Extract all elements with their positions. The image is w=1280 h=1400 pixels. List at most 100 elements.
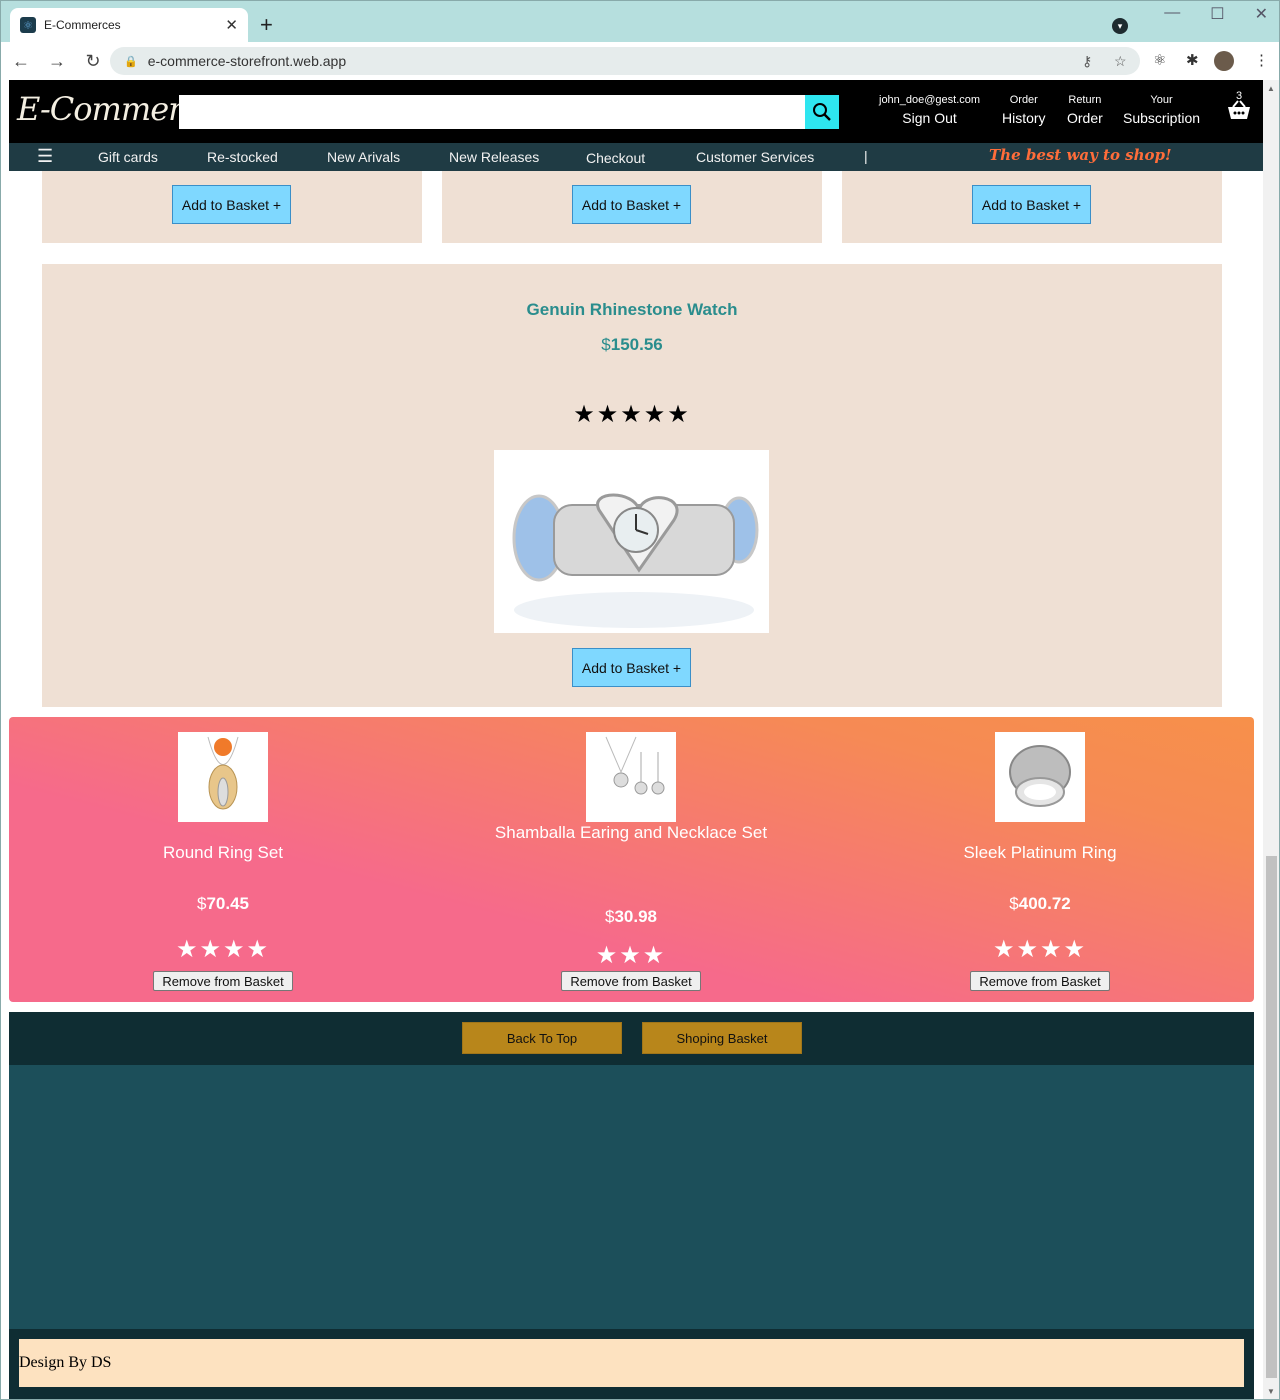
subscription-small: Your — [1150, 94, 1173, 106]
add-to-basket-button[interactable]: Add to Basket + — [172, 185, 291, 224]
account-link[interactable]: john_doe@gest.com Sign Out — [879, 94, 980, 126]
earring-set-product-image — [586, 732, 676, 822]
nav-new-releases[interactable]: New Releases — [449, 149, 539, 165]
basket-item: Shamballa Earing and Necklace Set $30.98… — [491, 717, 771, 1002]
hamburger-menu-icon[interactable]: ☰ — [37, 146, 53, 167]
star-rating: ★★★ — [595, 942, 667, 969]
account-email: john_doe@gest.com — [879, 94, 981, 106]
basket-item-name[interactable]: Round Ring Set — [83, 843, 363, 862]
reload-icon[interactable]: ↻ — [78, 51, 108, 72]
product-card: Add to Basket + — [842, 171, 1222, 243]
add-to-basket-button[interactable]: Add to Basket + — [572, 648, 691, 687]
search-input[interactable] — [179, 95, 805, 129]
product-price: $150.56 — [42, 335, 1222, 355]
window-controls: — ☐ ✕ — [1164, 4, 1268, 24]
basket-item-price: $30.98 — [491, 907, 771, 927]
basket-item-name[interactable]: Sleek Platinum Ring — [900, 843, 1180, 862]
url-text: e-commerce-storefront.web.app — [147, 53, 347, 69]
footer-bottom: Design By DS — [9, 1329, 1254, 1400]
star-rating: ★★★★ — [992, 936, 1088, 963]
profile-avatar[interactable] — [1214, 51, 1234, 71]
order-history-big: History — [1002, 110, 1046, 126]
basket-item: Round Ring Set $70.45 ★★★★ Remove from B… — [83, 717, 363, 1002]
react-devtools-icon[interactable]: ⚛ — [1153, 51, 1166, 69]
product-title[interactable]: Genuin Rhinestone Watch — [42, 300, 1222, 320]
browser-tab[interactable]: ⚛ E-Commerces ✕ — [10, 8, 248, 42]
basket-items-strip: Round Ring Set $70.45 ★★★★ Remove from B… — [9, 717, 1254, 1002]
basket-item: Sleek Platinum Ring $400.72 ★★★★ Remove … — [900, 717, 1180, 1002]
basket-item-name[interactable]: Shamballa Earing and Necklace Set — [491, 823, 771, 842]
basket-item-price: $70.45 — [83, 894, 363, 914]
lock-icon: 🔒 — [124, 55, 138, 68]
return-order-big: Order — [1067, 110, 1103, 126]
nav-checkout[interactable]: Checkout — [586, 150, 645, 166]
star-rating: ★★★★★ — [573, 401, 691, 428]
basket-button[interactable]: 3 — [1227, 90, 1251, 120]
scrollbar-thumb[interactable] — [1266, 856, 1277, 1378]
tab-title: E-Commerces — [44, 18, 121, 32]
platinum-ring-product-image — [995, 732, 1085, 822]
product-card: Add to Basket + — [42, 171, 422, 243]
tab-close-icon[interactable]: ✕ — [225, 16, 238, 34]
return-order-small: Return — [1068, 94, 1102, 106]
add-to-basket-button[interactable]: Add to Basket + — [972, 185, 1091, 224]
featured-product-card: Genuin Rhinestone Watch $150.56 ★★★★★ Ad… — [42, 264, 1222, 707]
currency-symbol: $ — [1009, 894, 1019, 913]
subscription-link[interactable]: Your Subscription — [1123, 94, 1200, 126]
add-to-basket-button[interactable]: Add to Basket + — [572, 185, 691, 224]
scroll-down-icon[interactable]: ▼ — [1267, 1387, 1275, 1396]
footer-body — [9, 1065, 1254, 1329]
nav-restocked[interactable]: Re-stocked — [207, 149, 278, 165]
product-card: Add to Basket + — [442, 171, 822, 243]
forward-icon[interactable]: → — [42, 51, 72, 72]
browser-toolbar: ← → ↻ 🔒 e-commerce-storefront.web.app ⚷ … — [0, 42, 1280, 80]
tab-search-icon[interactable]: ▾ — [1112, 18, 1128, 34]
page-viewport: E-Commerce john_doe@gest.com Sign Out Or… — [9, 80, 1263, 1400]
address-bar[interactable]: 🔒 e-commerce-storefront.web.app ⚷ ☆ — [110, 47, 1140, 75]
nav-customer-services[interactable]: Customer Services — [696, 149, 814, 165]
back-to-top-button[interactable]: Back To Top — [462, 1022, 622, 1054]
price-value: 150.56 — [610, 335, 663, 354]
search-icon — [813, 103, 831, 121]
star-rating: ★★★★ — [175, 936, 271, 963]
shopping-basket-button[interactable]: Shoping Basket — [642, 1022, 802, 1054]
page-scrollbar[interactable]: ▲ ▼ — [1263, 80, 1280, 1400]
menu-kebab-icon[interactable]: ⋮ — [1254, 51, 1269, 69]
window-close-icon[interactable]: ✕ — [1255, 4, 1268, 24]
basket-item-price: $400.72 — [900, 894, 1180, 914]
search-button[interactable] — [805, 95, 839, 129]
basket-icon — [1228, 100, 1250, 119]
maximize-icon[interactable]: ☐ — [1210, 4, 1224, 24]
sign-out-label: Sign Out — [902, 110, 957, 126]
necklace-product-image — [178, 732, 268, 822]
return-order-link[interactable]: Return Order — [1067, 94, 1103, 126]
remove-from-basket-button[interactable]: Remove from Basket — [561, 971, 701, 991]
scroll-up-icon[interactable]: ▲ — [1267, 84, 1275, 93]
category-nav: ☰ Gift cards Re-stocked New Arivals New … — [9, 143, 1263, 171]
nav-separator: | — [864, 148, 868, 164]
price-value: 400.72 — [1018, 894, 1071, 913]
remove-from-basket-button[interactable]: Remove from Basket — [970, 971, 1110, 991]
watch-product-image — [494, 450, 769, 633]
order-history-small: Order — [1009, 94, 1038, 106]
browser-titlebar: ⚛ E-Commerces ✕ + ▾ — ☐ ✕ ← → ↻ 🔒 e-comm… — [0, 0, 1280, 80]
back-icon[interactable]: ← — [6, 51, 36, 72]
react-icon: ⚛ — [20, 17, 36, 33]
key-icon[interactable]: ⚷ — [1082, 53, 1092, 70]
bookmark-star-icon[interactable]: ☆ — [1114, 53, 1127, 70]
nav-gift-cards[interactable]: Gift cards — [98, 149, 158, 165]
design-credit: Design By DS — [19, 1339, 1244, 1387]
site-header: E-Commerce john_doe@gest.com Sign Out Or… — [9, 80, 1263, 143]
subscription-big: Subscription — [1123, 110, 1201, 126]
minimize-icon[interactable]: — — [1164, 4, 1180, 24]
price-value: 70.45 — [206, 894, 249, 913]
price-value: 30.98 — [614, 907, 657, 926]
nav-new-arrivals[interactable]: New Arivals — [327, 149, 400, 165]
extensions-icon[interactable]: ✱ — [1186, 51, 1199, 69]
order-history-link[interactable]: Order History — [1002, 94, 1046, 126]
slogan: The best way to shop! — [989, 146, 1172, 164]
currency-symbol: $ — [601, 335, 611, 354]
remove-from-basket-button[interactable]: Remove from Basket — [153, 971, 293, 991]
footer-nav: Back To Top Shoping Basket — [9, 1012, 1254, 1065]
new-tab-icon[interactable]: + — [260, 12, 273, 38]
